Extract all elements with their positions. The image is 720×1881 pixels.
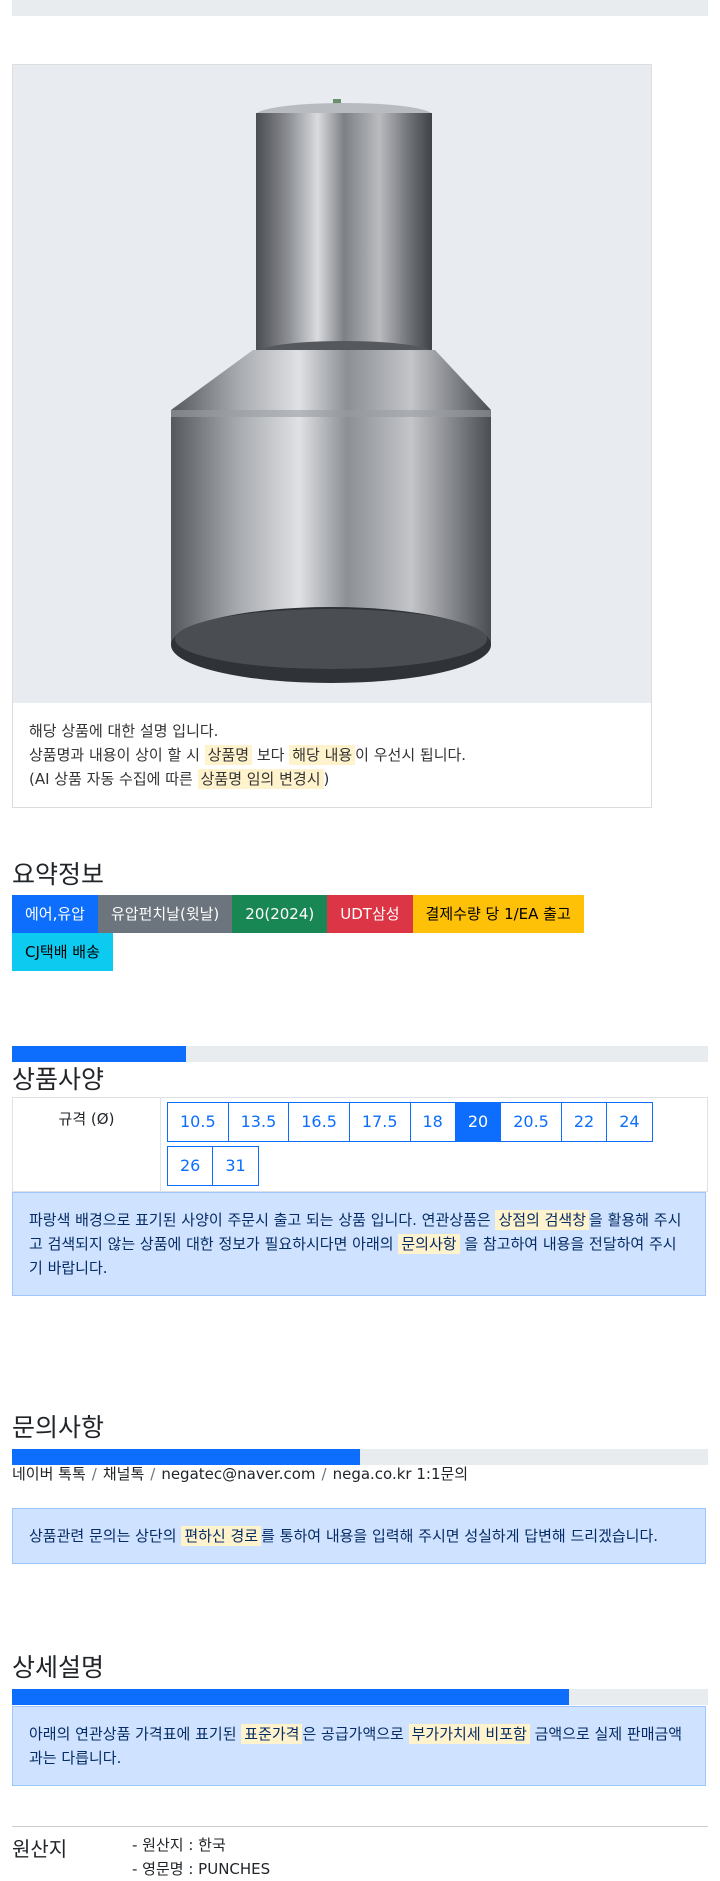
origin-label: 원산지 bbox=[12, 1837, 68, 1861]
contact-link[interactable]: 네이버 톡톡 bbox=[12, 1465, 86, 1483]
inquiry-title: 문의사항 bbox=[12, 1413, 105, 1442]
contact-separator: / bbox=[91, 1465, 97, 1483]
product-image-card: 해당 상품에 대한 설명 입니다. 상품명과 내용이 상이 할 시 상품명 보다… bbox=[12, 64, 652, 808]
contact-separator: / bbox=[321, 1465, 327, 1483]
summary-title: 요약정보 bbox=[12, 860, 105, 889]
origin-section: 원산지 - 원산지 : 한국 - 영문명 : PUNCHES bbox=[12, 1826, 708, 1878]
spec-options: 10.5 13.5 16.5 17.5 18 20 20.5 22 24 26 31 bbox=[167, 1102, 703, 1190]
spec-progress bbox=[12, 1046, 708, 1062]
contact-link[interactable]: negatec@naver.com bbox=[161, 1465, 315, 1483]
spec-option-chip[interactable]: 31 bbox=[212, 1146, 259, 1186]
summary-tag: UDT삼성 bbox=[327, 895, 413, 933]
summary-tag: 유압펀치날(윗날) bbox=[97, 895, 233, 933]
inquiry-info: 상품관련 문의는 상단의 편하신 경로 를 통하여 내용을 입력해 주시면 성실하… bbox=[12, 1508, 706, 1564]
contact-separator: / bbox=[150, 1465, 156, 1483]
note-line-2: 상품명과 내용이 상이 할 시 상품명 보다 해당 내용 이 우선시 됩니다. bbox=[29, 745, 467, 765]
spec-title: 상품사양 bbox=[12, 1065, 105, 1094]
summary-tag: 에어,유압 bbox=[12, 895, 98, 933]
spec-label: 규격 (Ø) bbox=[13, 1098, 161, 1191]
spec-option-chip[interactable]: 16.5 bbox=[288, 1102, 350, 1142]
product-note: 해당 상품에 대한 설명 입니다. 상품명과 내용이 상이 할 시 상품명 보다… bbox=[13, 703, 651, 807]
detail-title: 상세설명 bbox=[12, 1653, 105, 1682]
summary-tags: 에어,유압 유압펀치날(윗날) 20(2024) UDT삼성 결제수량 당 1/EA 출… bbox=[12, 895, 632, 971]
spec-option-chip[interactable]: 20 bbox=[454, 1102, 502, 1142]
spec-option-chip[interactable]: 22 bbox=[560, 1102, 608, 1142]
inquiry-contacts: 네이버 톡톡 / 채널톡 / negatec@naver.com / nega.co.kr … bbox=[12, 1463, 468, 1484]
summary-tag: 20(2024) bbox=[232, 895, 328, 933]
spec-table: 규격 (Ø) 10.5 13.5 16.5 17.5 18 20 20.5 22 24 26 31 bbox=[12, 1097, 708, 1192]
origin-details: - 원산지 : 한국 - 영문명 : PUNCHES bbox=[132, 1833, 270, 1881]
summary-tag: 결제수량 당 1/EA 출고 bbox=[412, 895, 584, 933]
detail-info: 아래의 연관상품 가격표에 표기된 표준가격 은 공급가액으로 부가가치세 비포함… bbox=[12, 1706, 706, 1786]
spec-option-chip[interactable]: 24 bbox=[606, 1102, 653, 1142]
spec-option-chip[interactable]: 17.5 bbox=[348, 1102, 411, 1142]
product-photo bbox=[13, 65, 651, 703]
contact-link[interactable]: nega.co.kr 1:1문의 bbox=[333, 1465, 469, 1483]
top-progress-bar bbox=[12, 0, 708, 16]
spec-option-chip[interactable]: 10.5 bbox=[167, 1102, 229, 1142]
spec-option-chip[interactable]: 26 bbox=[167, 1146, 214, 1186]
spec-option-chip[interactable]: 20.5 bbox=[500, 1102, 562, 1142]
contact-link[interactable]: 채널톡 bbox=[103, 1465, 144, 1483]
detail-progress bbox=[12, 1689, 708, 1705]
origin-english-name: - 영문명 : PUNCHES bbox=[132, 1860, 271, 1878]
note-line-1: 해당 상품에 대한 설명 입니다. bbox=[29, 722, 219, 740]
summary-tag: CJ택배 배송 bbox=[12, 933, 113, 971]
spec-option-chip[interactable]: 18 bbox=[409, 1102, 456, 1142]
spec-option-chip[interactable]: 13.5 bbox=[227, 1102, 290, 1142]
spec-info: 파랑색 배경으로 표기된 사양이 주문시 출고 되는 상품 입니다. 연관상품은… bbox=[12, 1192, 706, 1296]
note-line-3: (AI 상품 자동 수집에 따른 상품명 임의 변경시) bbox=[29, 769, 330, 789]
origin-country: - 원산지 : 한국 bbox=[132, 1836, 226, 1854]
detail-progress-fill bbox=[12, 1689, 569, 1705]
